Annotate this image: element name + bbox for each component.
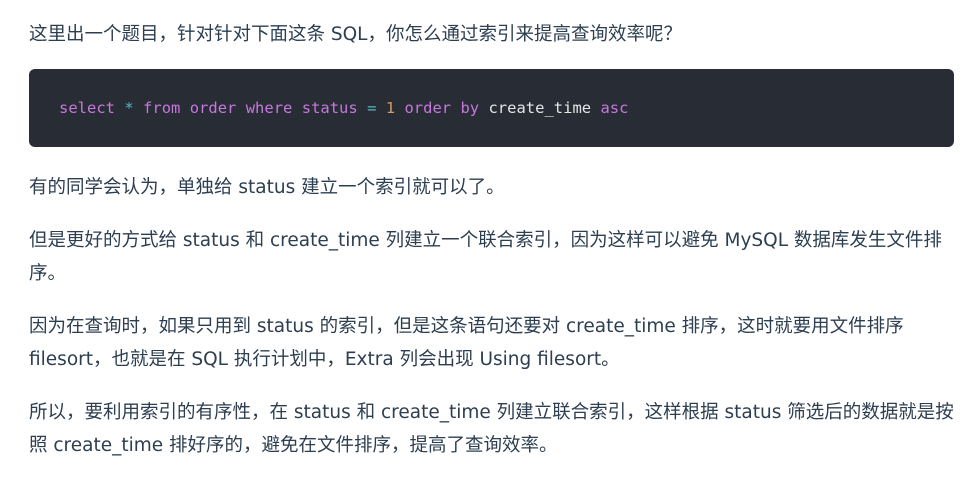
- code-keyword-asc: asc: [600, 99, 629, 117]
- article-content: 这里出一个题目，针对针对下面这条 SQL，你怎么通过索引来提高查询效率呢？ se…: [29, 0, 954, 462]
- paragraph-1: 有的同学会认为，单独给 status 建立一个索引就可以了。: [29, 177, 505, 198]
- code-field-status: status: [301, 99, 358, 117]
- paragraph-4: 所以，要利用索引的有序性，在 status 和 create_time 列建立联…: [29, 402, 954, 456]
- code-keyword-where: where: [245, 99, 293, 117]
- paragraph-2: 但是更好的方式给 status 和 create_time 列建立一个联合索引，…: [29, 230, 942, 284]
- paragraph-3: 因为在查询时，如果只用到 status 的索引，但是这条语句还要对 create…: [29, 316, 904, 370]
- code-keyword-order-by: order by: [404, 99, 480, 117]
- code-operator-eq: =: [367, 99, 377, 117]
- code-field-create-time: create_time: [488, 99, 592, 117]
- sql-code-line: select * from order where status = 1 ord…: [59, 99, 628, 117]
- code-number-value: 1: [385, 99, 396, 117]
- code-block[interactable]: select * from order where status = 1 ord…: [29, 69, 954, 147]
- intro-paragraph: 这里出一个题目，针对针对下面这条 SQL，你怎么通过索引来提高查询效率呢？: [29, 24, 682, 45]
- code-keyword-from: from: [143, 99, 181, 117]
- code-table-name: order: [189, 99, 237, 117]
- code-operator-star: *: [124, 99, 134, 117]
- code-keyword-select: select: [59, 99, 115, 117]
